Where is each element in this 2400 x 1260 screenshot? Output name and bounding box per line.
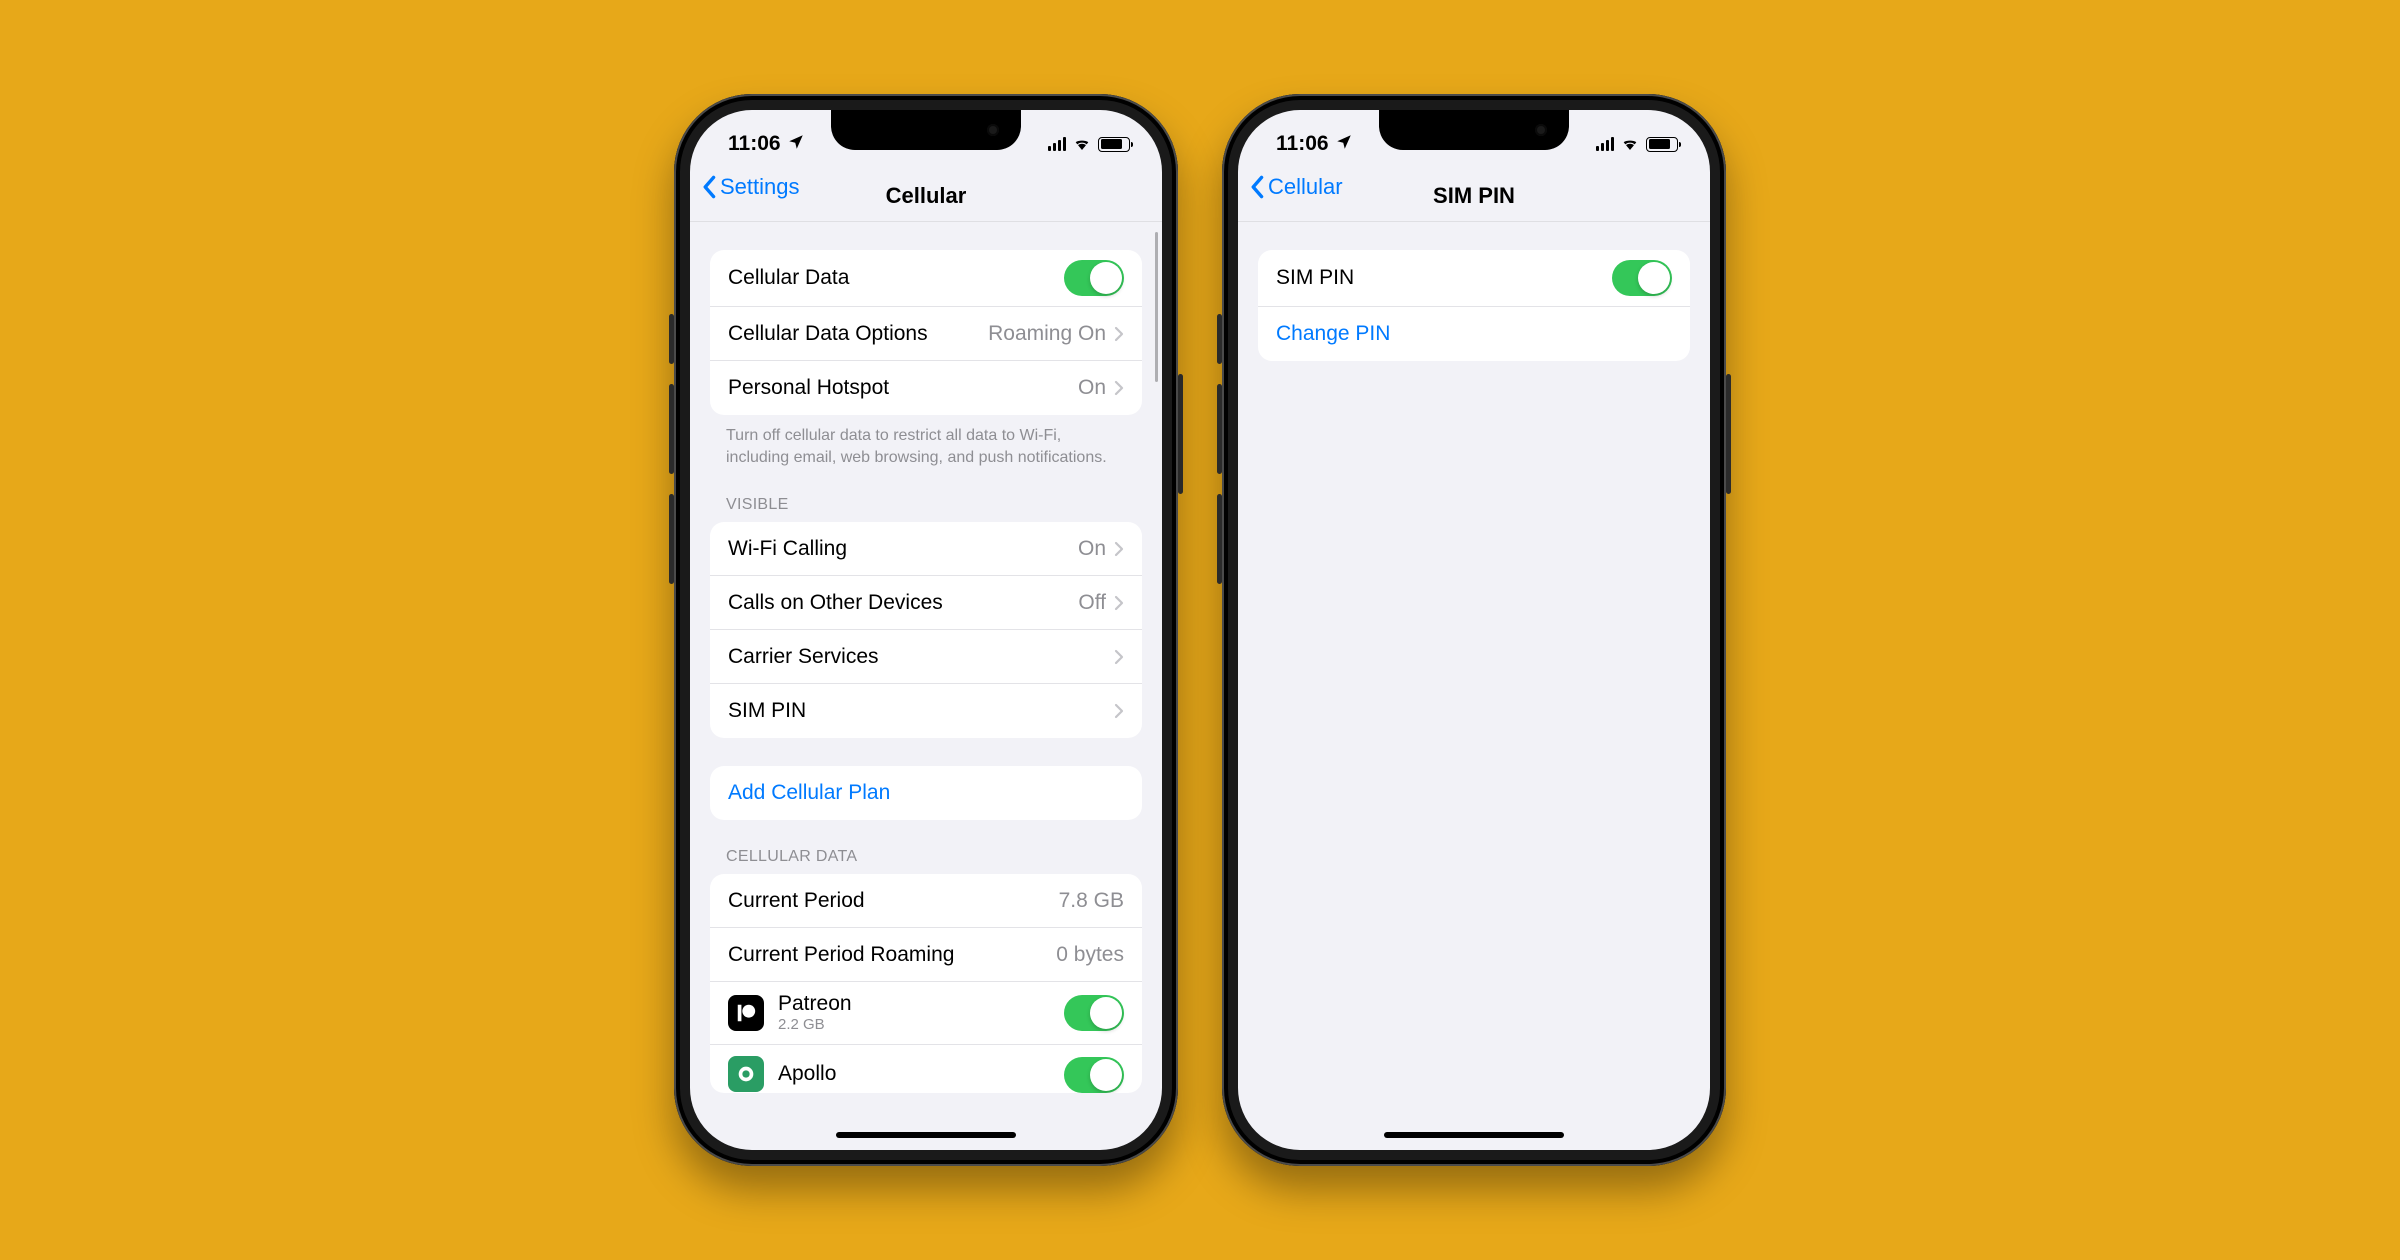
volume-up	[669, 384, 674, 474]
mute-switch	[669, 314, 674, 364]
volume-up	[1217, 384, 1222, 474]
page-title: SIM PIN	[1433, 183, 1515, 209]
row-label: Cellular Data	[728, 266, 1064, 290]
back-label: Settings	[720, 174, 800, 200]
notch	[1379, 110, 1569, 150]
apollo-app-icon	[728, 1056, 764, 1092]
toggle-sim-pin[interactable]	[1612, 260, 1672, 296]
row-calls-other-devices[interactable]: Calls on Other Devices Off	[710, 576, 1142, 630]
row-cellular-data[interactable]: Cellular Data	[710, 250, 1142, 307]
group-carrier: Wi-Fi Calling On Calls on Other Devices …	[710, 522, 1142, 738]
row-app-apollo[interactable]: Apollo	[710, 1045, 1142, 1093]
app-usage: 2.2 GB	[778, 1016, 1064, 1033]
phone-right: 11:06 Cellular SIM PIN	[1222, 94, 1726, 1166]
toggle-cellular-data[interactable]	[1064, 260, 1124, 296]
phone-left: 11:06 Settings Cellular	[674, 94, 1178, 1166]
section-header-visible: Visible	[726, 496, 1126, 514]
home-indicator[interactable]	[1384, 1132, 1564, 1138]
row-wifi-calling[interactable]: Wi-Fi Calling On	[710, 522, 1142, 576]
row-label: Current Period Roaming	[728, 943, 1056, 967]
group-sim-pin: SIM PIN Change PIN	[1258, 250, 1690, 361]
row-current-period-roaming: Current Period Roaming 0 bytes	[710, 928, 1142, 982]
row-sim-pin-toggle[interactable]: SIM PIN	[1258, 250, 1690, 307]
cellular-signal-icon	[1048, 137, 1067, 151]
chevron-left-icon	[1250, 175, 1266, 199]
page-title: Cellular	[886, 183, 967, 209]
location-icon	[787, 133, 805, 156]
volume-down	[1217, 494, 1222, 584]
app-info: Patreon 2.2 GB	[778, 992, 1064, 1033]
status-time: 11:06	[1276, 132, 1329, 156]
volume-down	[669, 494, 674, 584]
app-info: Apollo	[778, 1062, 1064, 1086]
back-button[interactable]: Cellular	[1250, 174, 1343, 200]
scrollbar-thumb[interactable]	[1155, 232, 1159, 382]
row-label: Add Cellular Plan	[728, 781, 1124, 805]
row-value: On	[1078, 537, 1106, 561]
cellular-signal-icon	[1596, 137, 1615, 151]
chevron-right-icon	[1114, 703, 1124, 719]
group-cellular-main: Cellular Data Cellular Data Options Roam…	[710, 250, 1142, 415]
row-label: Current Period	[728, 889, 1059, 913]
row-label: Personal Hotspot	[728, 376, 1078, 400]
wifi-icon	[1620, 132, 1640, 156]
chevron-right-icon	[1114, 380, 1124, 396]
mute-switch	[1217, 314, 1222, 364]
row-label: Change PIN	[1276, 322, 1672, 346]
content-scroll[interactable]: SIM PIN Change PIN	[1238, 222, 1710, 1150]
back-button[interactable]: Settings	[702, 174, 800, 200]
chevron-left-icon	[702, 175, 718, 199]
group-footer: Turn off cellular data to restrict all d…	[726, 425, 1126, 468]
row-value: 0 bytes	[1056, 943, 1124, 967]
chevron-right-icon	[1114, 595, 1124, 611]
row-label: Carrier Services	[728, 645, 1106, 669]
home-indicator[interactable]	[836, 1132, 1016, 1138]
row-change-pin[interactable]: Change PIN	[1258, 307, 1690, 361]
wifi-icon	[1072, 132, 1092, 156]
row-label: Wi-Fi Calling	[728, 537, 1078, 561]
row-add-cellular-plan[interactable]: Add Cellular Plan	[710, 766, 1142, 820]
row-sim-pin[interactable]: SIM PIN	[710, 684, 1142, 738]
notch	[831, 110, 1021, 150]
row-label: Calls on Other Devices	[728, 591, 1078, 615]
row-value: 7.8 GB	[1059, 889, 1124, 913]
row-label: Cellular Data Options	[728, 322, 988, 346]
patreon-app-icon	[728, 995, 764, 1031]
chevron-right-icon	[1114, 541, 1124, 557]
app-name: Apollo	[778, 1062, 1064, 1086]
power-button	[1178, 374, 1183, 494]
row-value: On	[1078, 376, 1106, 400]
row-app-patreon[interactable]: Patreon 2.2 GB	[710, 982, 1142, 1044]
location-icon	[1335, 133, 1353, 156]
content-scroll[interactable]: Cellular Data Cellular Data Options Roam…	[690, 222, 1162, 1150]
row-label: SIM PIN	[1276, 266, 1612, 290]
app-name: Patreon	[778, 992, 1064, 1016]
row-carrier-services[interactable]: Carrier Services	[710, 630, 1142, 684]
back-label: Cellular	[1268, 174, 1343, 200]
row-label: SIM PIN	[728, 699, 1106, 723]
row-cellular-data-options[interactable]: Cellular Data Options Roaming On	[710, 307, 1142, 361]
battery-icon	[1646, 137, 1678, 152]
screen-sim-pin: 11:06 Cellular SIM PIN	[1238, 110, 1710, 1150]
group-add-plan: Add Cellular Plan	[710, 766, 1142, 820]
status-time: 11:06	[728, 132, 781, 156]
toggle-app-patreon[interactable]	[1064, 995, 1124, 1031]
toggle-app-apollo[interactable]	[1064, 1057, 1124, 1093]
row-value: Off	[1078, 591, 1106, 615]
chevron-right-icon	[1114, 326, 1124, 342]
row-value: Roaming On	[988, 322, 1106, 346]
battery-icon	[1098, 137, 1130, 152]
section-header-cellular-data: Cellular Data	[726, 848, 1126, 866]
power-button	[1726, 374, 1731, 494]
chevron-right-icon	[1114, 649, 1124, 665]
row-current-period: Current Period 7.8 GB	[710, 874, 1142, 928]
group-data-usage: Current Period 7.8 GB Current Period Roa…	[710, 874, 1142, 1092]
screen-cellular: 11:06 Settings Cellular	[690, 110, 1162, 1150]
row-personal-hotspot[interactable]: Personal Hotspot On	[710, 361, 1142, 415]
